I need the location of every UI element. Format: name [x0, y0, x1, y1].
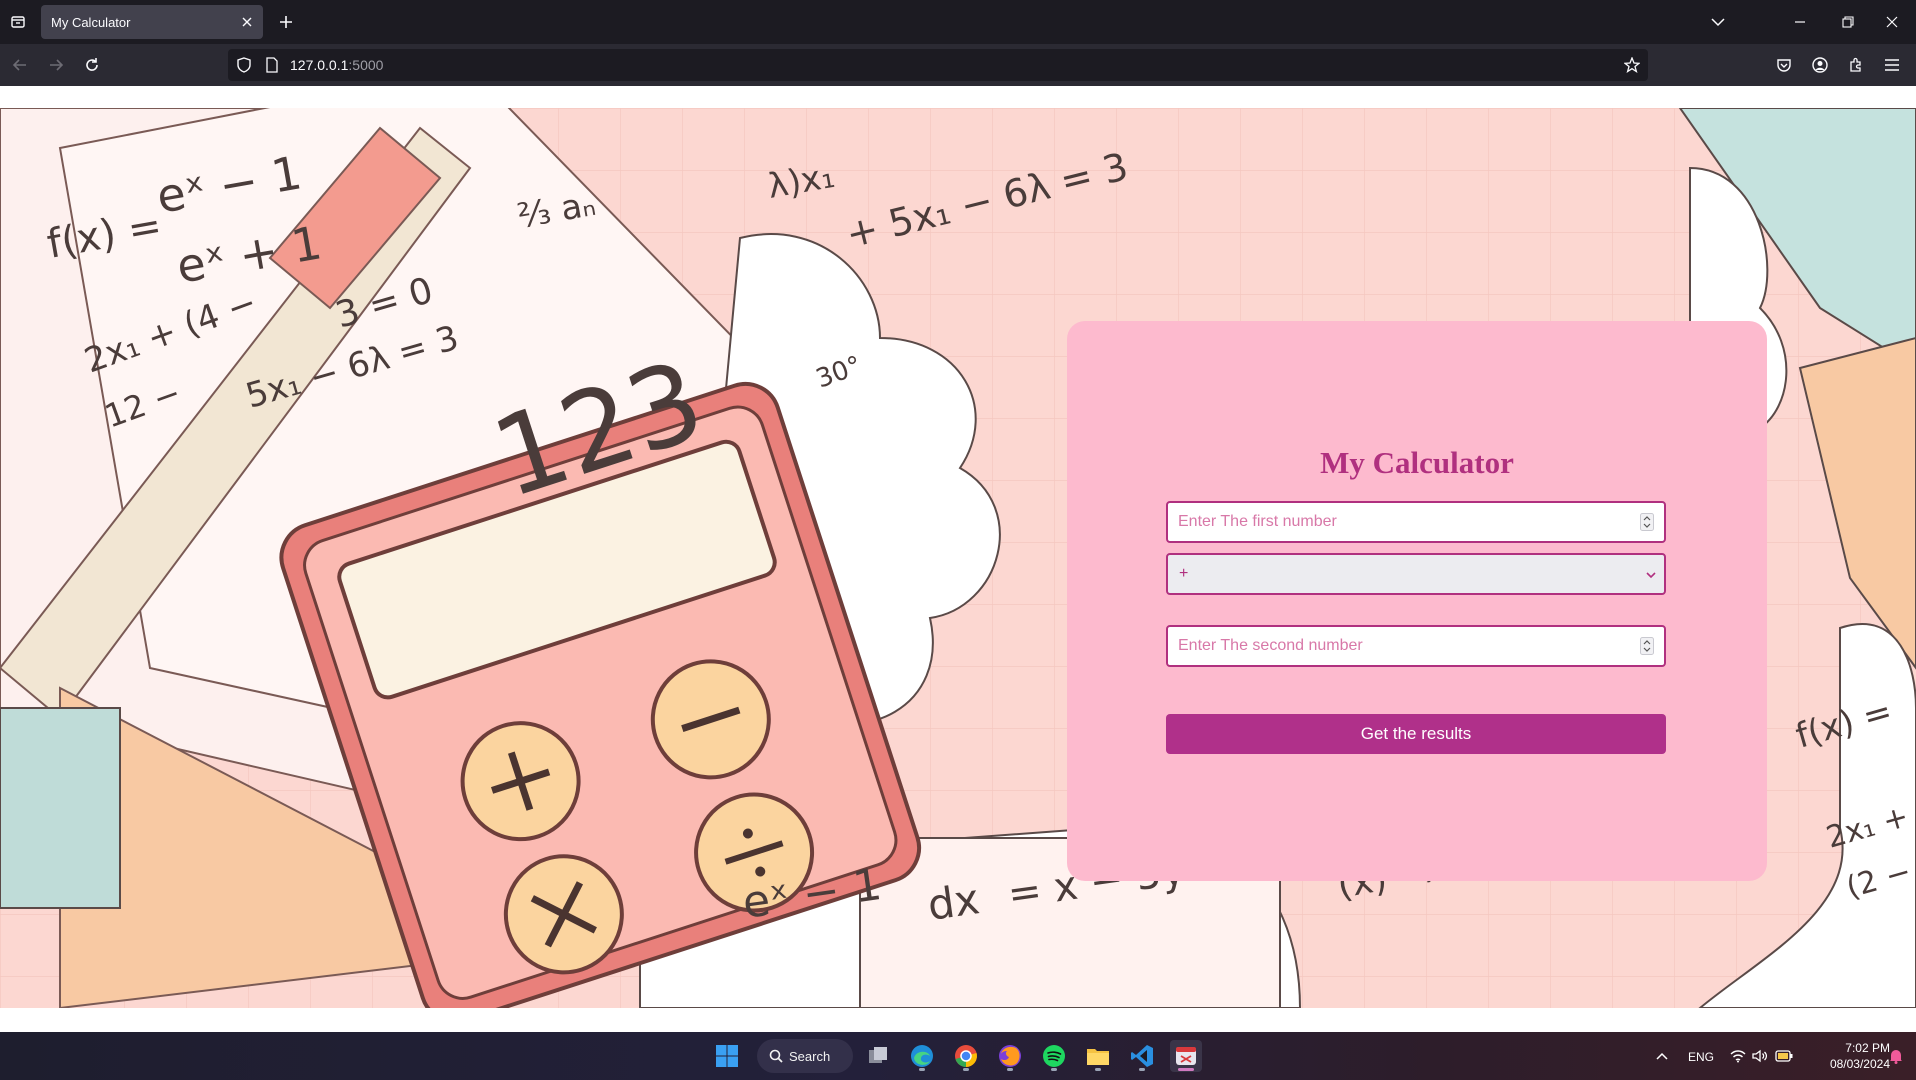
restore-icon[interactable]	[1834, 8, 1862, 36]
list-all-tabs-icon[interactable]	[1704, 8, 1732, 36]
page-content: f(x) = eˣ − 1 eˣ + 1 2x₁ + (4 − 12 − 5x₁…	[0, 86, 1916, 1032]
task-view-icon[interactable]	[862, 1040, 894, 1072]
reload-icon[interactable]	[78, 51, 106, 79]
taskbar-search[interactable]: Search	[757, 1039, 853, 1073]
number-spinner-icon[interactable]	[1640, 513, 1654, 531]
battery-icon[interactable]	[1768, 1040, 1800, 1072]
number-spinner-icon[interactable]	[1640, 637, 1654, 655]
notification-bell-icon[interactable]	[1884, 1040, 1908, 1072]
second-number-input[interactable]	[1168, 627, 1628, 665]
first-number-input[interactable]	[1168, 503, 1628, 541]
tab-title: My Calculator	[51, 15, 131, 30]
get-results-button[interactable]: Get the results	[1166, 714, 1666, 754]
chrome-running-indicator	[963, 1068, 969, 1071]
spotify-icon[interactable]	[1038, 1040, 1070, 1072]
edge-browser-icon[interactable]	[906, 1040, 938, 1072]
page-icon[interactable]	[262, 55, 282, 75]
calculator-card: My Calculator + Get the results	[1067, 321, 1767, 881]
shield-icon[interactable]	[234, 55, 254, 75]
snipping-tool-icon[interactable]	[1170, 1040, 1202, 1072]
new-tab-icon[interactable]	[272, 8, 300, 36]
tab-list-icon[interactable]	[4, 8, 32, 36]
clock-date[interactable]: 08/03/2024	[1806, 1057, 1890, 1071]
operator-selected-value: +	[1179, 565, 1189, 582]
bookmark-star-icon[interactable]	[1622, 55, 1642, 75]
firefox-icon[interactable]	[994, 1040, 1026, 1072]
browser-tab[interactable]: My Calculator	[41, 5, 263, 39]
page-title: My Calculator	[1320, 445, 1514, 480]
windows-start-icon[interactable]	[711, 1040, 743, 1072]
extensions-icon[interactable]	[1842, 51, 1870, 79]
file-explorer-icon[interactable]	[1082, 1040, 1114, 1072]
browser-nav-bar: 127.0.0.1:5000	[0, 44, 1916, 86]
url-host: 127.0.0.1	[290, 57, 349, 73]
account-icon[interactable]	[1806, 51, 1834, 79]
close-tab-icon[interactable]	[237, 12, 257, 32]
first-number-field[interactable]	[1166, 501, 1666, 543]
show-hidden-icons-icon[interactable]	[1646, 1040, 1678, 1072]
vscode-icon[interactable]	[1126, 1040, 1158, 1072]
windows-taskbar: Search ENG 7:02 PM 08/03/2024	[0, 1032, 1916, 1080]
input-language[interactable]: ENG	[1688, 1050, 1714, 1064]
menu-icon[interactable]	[1878, 51, 1906, 79]
forward-icon[interactable]	[42, 51, 70, 79]
explorer-running-indicator	[1095, 1068, 1101, 1071]
pocket-icon[interactable]	[1770, 51, 1798, 79]
vscode-running-indicator	[1139, 1068, 1145, 1071]
close-window-icon[interactable]	[1878, 8, 1906, 36]
url-port: :5000	[348, 57, 384, 73]
minimize-icon[interactable]	[1786, 8, 1814, 36]
taskbar-search-label: Search	[789, 1048, 831, 1064]
chevron-down-icon	[1646, 572, 1656, 579]
back-icon[interactable]	[6, 51, 34, 79]
chrome-browser-icon[interactable]	[950, 1040, 982, 1072]
bg-equation-dx: dx	[925, 874, 983, 930]
active-app-indicator	[1178, 1068, 1194, 1071]
background-illustration: f(x) = eˣ − 1 eˣ + 1 2x₁ + (4 − 12 − 5x₁…	[0, 108, 1916, 1008]
spotify-running-indicator	[1051, 1068, 1057, 1071]
url-bar[interactable]: 127.0.0.1:5000	[228, 49, 1648, 81]
edge-running-indicator	[919, 1068, 925, 1071]
firefox-running-indicator	[1007, 1068, 1013, 1071]
operator-select[interactable]: +	[1166, 553, 1666, 595]
search-icon	[769, 1049, 783, 1063]
browser-tab-bar: My Calculator	[0, 0, 1916, 44]
url-text[interactable]: 127.0.0.1:5000	[290, 57, 383, 73]
clock-time[interactable]: 7:02 PM	[1830, 1041, 1890, 1055]
second-number-field[interactable]	[1166, 625, 1666, 667]
